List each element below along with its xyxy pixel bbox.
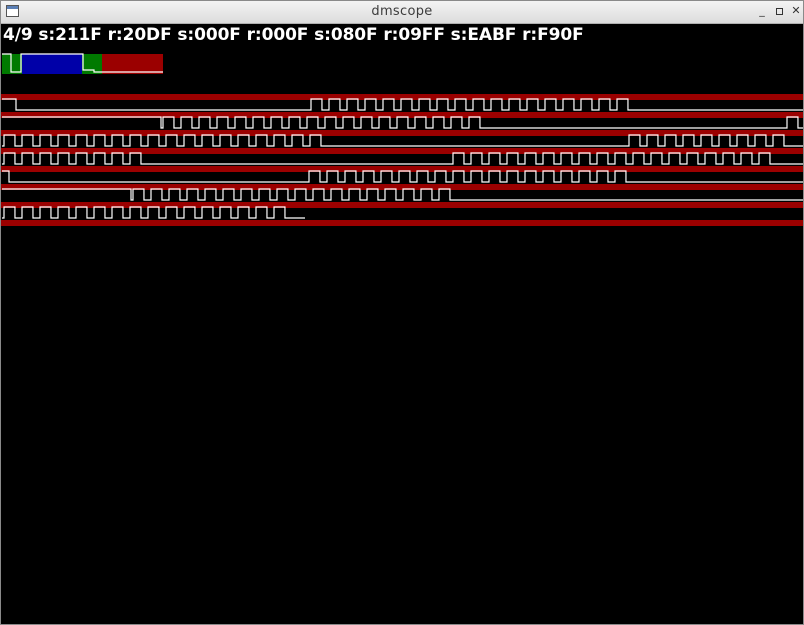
trace-5 [2,170,803,183]
status-segment-blue [22,54,82,74]
trace-6 [2,188,803,201]
app-window: dmscope _ ✕ 4/9 s:211F r:20DF s:000F r:0… [0,0,804,625]
trace-3 [2,134,803,147]
trace-2 [2,116,803,129]
trace-7 [2,206,305,219]
status-segment-red [102,54,163,74]
close-icon[interactable]: ✕ [789,4,803,18]
window-title: dmscope [371,4,433,19]
minimize-icon[interactable]: _ [755,4,769,18]
trace-1 [2,98,803,111]
band-8 [1,220,803,226]
status-segment-green [82,54,102,74]
title-bar[interactable]: dmscope _ ✕ [1,1,803,24]
maximize-icon[interactable] [772,4,786,18]
waveform-display [1,53,803,226]
scope-canvas[interactable]: 4/9 s:211F r:20DF s:000F r:000F s:080F r… [1,24,803,624]
trace-4 [2,152,803,165]
